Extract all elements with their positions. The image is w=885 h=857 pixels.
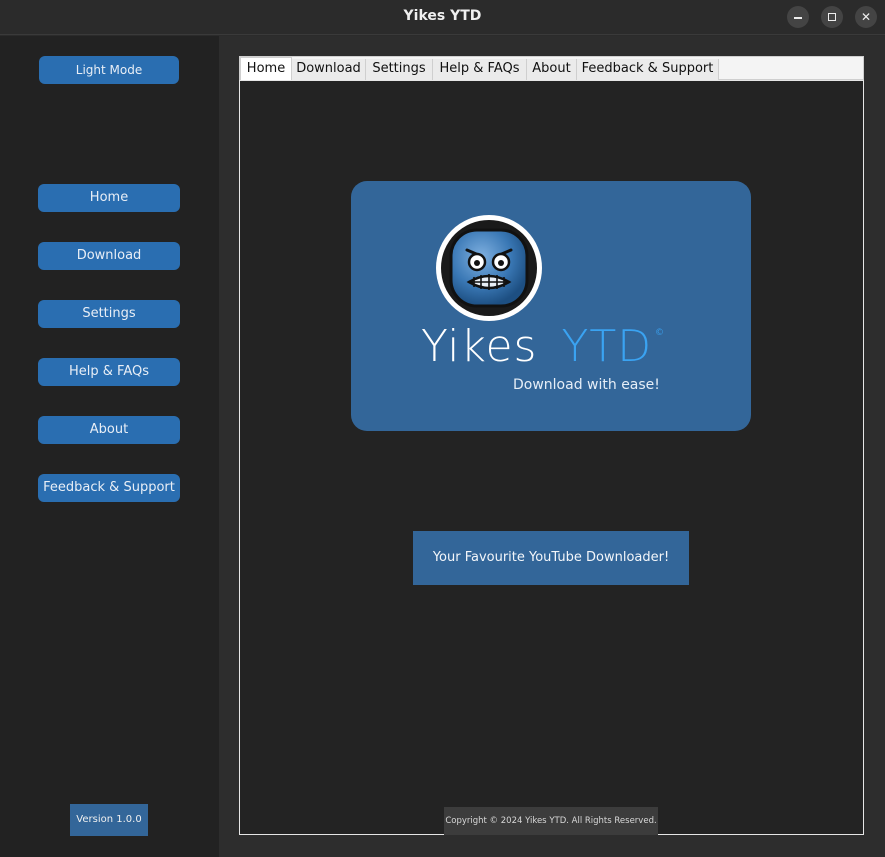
tab-feedback[interactable]: Feedback & Support [577,59,719,81]
sidebar-item-help[interactable]: Help & FAQs [38,358,180,386]
hero-banner: Yikes YTD © Download with ease! [351,181,751,431]
slogan-banner: Your Favourite YouTube Downloader! [413,531,689,585]
sidebar-item-download[interactable]: Download [38,242,180,270]
window-title: Yikes YTD [403,8,482,24]
version-label: Version 1.0.0 [70,804,148,836]
tab-about[interactable]: About [527,59,577,81]
brand-mark: © [655,328,664,338]
close-icon[interactable]: ✕ [855,6,877,28]
grimace-face-icon [441,220,537,316]
tab-help[interactable]: Help & FAQs [433,59,527,81]
home-panel: Yikes YTD © Download with ease! Your Favo… [239,80,864,835]
brand-word-yikes: Yikes [421,321,538,372]
sidebar-item-home[interactable]: Home [38,184,180,212]
brand-tagline: Download with ease! [513,377,660,393]
brand-title: Yikes YTD [421,321,652,372]
tab-bar: Home Download Settings Help & FAQs About… [239,56,864,81]
sidebar-item-about[interactable]: About [38,416,180,444]
sidebar: Light Mode Home Download Settings Help &… [0,36,219,857]
sidebar-item-settings[interactable]: Settings [38,300,180,328]
main-area: Home Download Settings Help & FAQs About… [219,36,885,857]
tab-settings[interactable]: Settings [366,59,433,81]
title-bar: Yikes YTD ✕ [0,0,885,35]
brand-word-ytd: YTD [561,321,653,372]
logo [436,215,542,321]
tab-home[interactable]: Home [240,57,292,81]
copyright-notice: Copyright © 2024 Yikes YTD. All Rights R… [444,807,658,835]
minimize-icon[interactable] [787,6,809,28]
sidebar-item-feedback[interactable]: Feedback & Support [38,474,180,502]
tab-download[interactable]: Download [292,59,366,81]
light-mode-button[interactable]: Light Mode [39,56,179,84]
maximize-icon[interactable] [821,6,843,28]
